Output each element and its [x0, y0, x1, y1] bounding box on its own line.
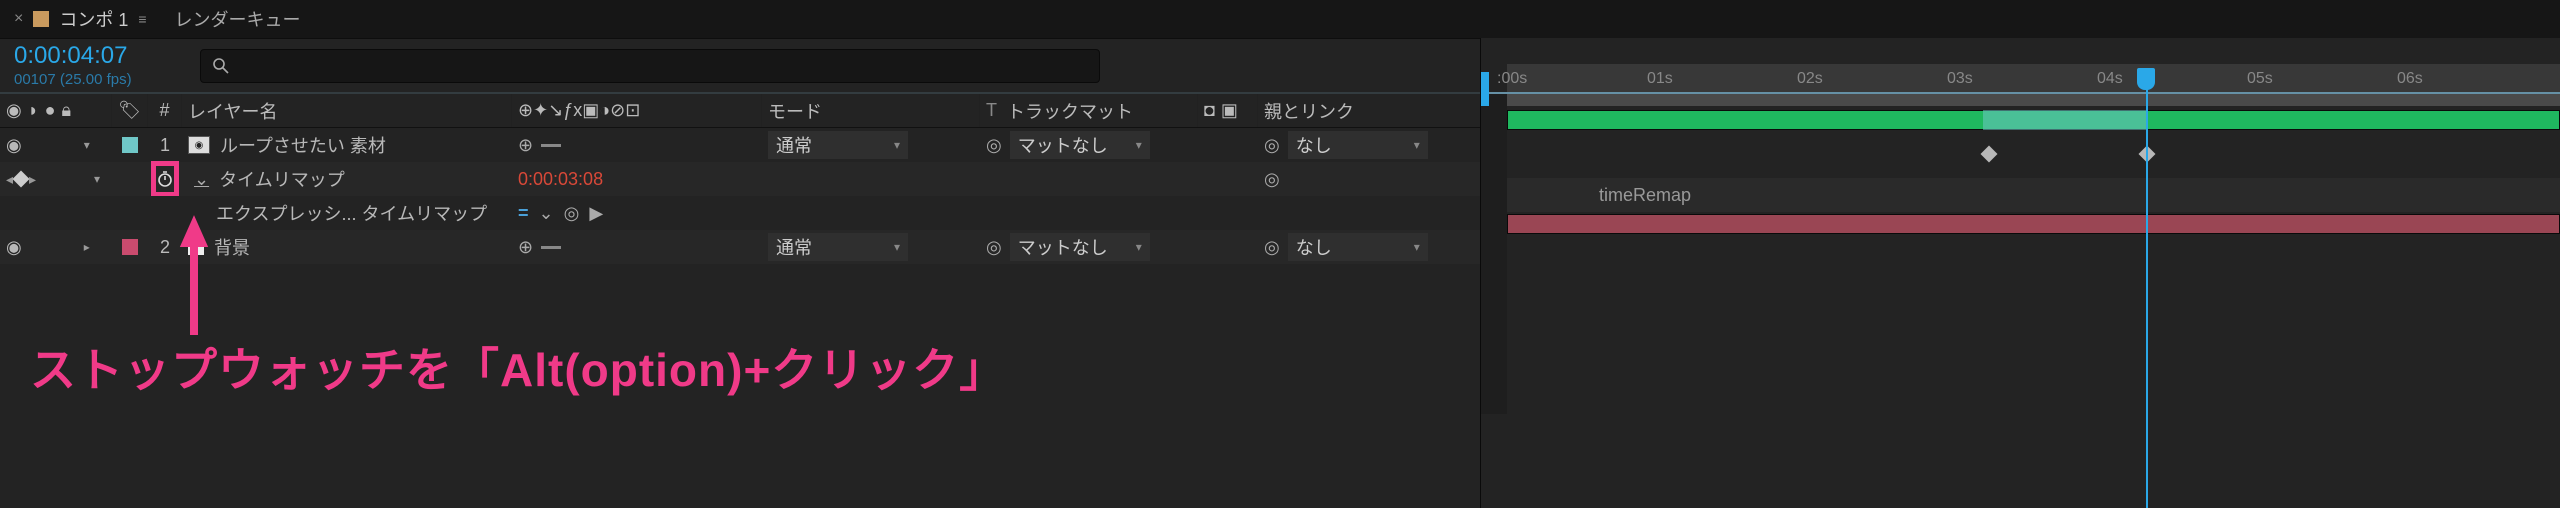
layer-name[interactable]: ループさせたい 素材	[220, 132, 386, 158]
comp-tab-swatch	[33, 11, 49, 27]
quality-switch[interactable]	[541, 246, 561, 249]
current-timecode[interactable]: 0:00:04:07	[14, 42, 200, 71]
col-parent[interactable]: 親とリンク	[1258, 94, 1490, 127]
comp-tab[interactable]: × コンポ 1 ≡	[14, 6, 147, 32]
col-switches[interactable]: ⊕✦↘ƒx▣◑⊘⊡	[512, 94, 762, 127]
layer-name[interactable]: 背景	[214, 234, 250, 260]
ruler-tick: 01s	[1647, 70, 1673, 88]
annotation-arrow	[184, 225, 204, 325]
layer-number: 1	[148, 128, 182, 162]
col-mode[interactable]: モード	[762, 94, 980, 127]
expr-pickwhip-icon[interactable]: ◎	[1264, 169, 1280, 190]
ruler-tick: 04s	[2097, 70, 2123, 88]
twirl-icon[interactable]: ▾	[94, 172, 106, 186]
add-keyframe-icon[interactable]	[13, 171, 30, 188]
render-queue-label: レンダーキュー	[175, 6, 301, 32]
transform-switch[interactable]: ⊕	[518, 237, 533, 258]
track-matte-dropdown[interactable]: マットなし▾	[1010, 131, 1150, 159]
timeline-area[interactable]: :00s 01s 02s 03s 04s 05s 06s timeRemap	[1480, 38, 2560, 508]
track-matte-dropdown[interactable]: マットなし▾	[1010, 233, 1150, 261]
transform-switch[interactable]: ⊕	[518, 135, 533, 156]
blend-mode-dropdown[interactable]: 通常▾	[768, 131, 908, 159]
pickwhip-icon[interactable]: ◎	[986, 237, 1002, 258]
audio-icon[interactable]: ◗	[28, 100, 39, 121]
parent-pickwhip-icon[interactable]: ◎	[1264, 135, 1280, 156]
twirl-icon[interactable]: ▾	[84, 138, 96, 152]
twirl-icon[interactable]: ▸	[84, 240, 96, 254]
pickwhip-icon[interactable]: ◎	[986, 135, 1002, 156]
expression-graph-icon[interactable]: ⌄	[539, 203, 554, 224]
next-keyframe-icon[interactable]: ▸	[29, 171, 36, 188]
time-ruler[interactable]: :00s 01s 02s 03s 04s 05s 06s	[1481, 38, 2560, 94]
col-number[interactable]: #	[148, 94, 182, 127]
playhead-indicator[interactable]	[2137, 68, 2155, 90]
keyframe-diamond[interactable]	[1981, 146, 1998, 163]
expression-label[interactable]: エクスプレッシ... タイムリマップ	[216, 200, 487, 226]
annotation-text: ストップウォッチを「Alt(option)+クリック」	[30, 334, 1006, 400]
time-remap-label[interactable]: タイムリマップ	[219, 166, 345, 192]
col-track-t[interactable]: T	[986, 100, 997, 121]
time-remap-value[interactable]: 0:00:03:08	[518, 169, 603, 190]
frame-and-fps[interactable]: 00107 (25.00 fps)	[14, 71, 200, 89]
preserve-icon[interactable]: ◘	[1204, 100, 1215, 121]
work-area-bar[interactable]	[1507, 94, 2560, 106]
stopwatch-icon[interactable]	[154, 164, 176, 194]
layer-thumbnail: ◉	[188, 136, 210, 154]
expression-text[interactable]: timeRemap	[1599, 185, 1691, 206]
blend-mode-dropdown[interactable]: 通常▾	[768, 233, 908, 261]
ruler-tick: 06s	[2397, 70, 2423, 88]
layer-number: 2	[148, 230, 182, 264]
search-icon	[211, 56, 231, 76]
tag-icon[interactable]: 🏷︎	[118, 100, 141, 121]
layer-label-chip[interactable]	[122, 137, 138, 153]
parent-dropdown[interactable]: なし▾	[1288, 233, 1428, 261]
ruler-tick: 03s	[1947, 70, 1973, 88]
visibility-toggle[interactable]: ◉	[6, 135, 22, 156]
comp-tab-label: コンポ 1	[59, 6, 128, 32]
parent-dropdown[interactable]: なし▾	[1288, 131, 1428, 159]
expression-pickwhip-icon[interactable]: ◎	[564, 203, 580, 224]
lock-icon[interactable]: 🔒︎	[61, 100, 71, 121]
layer-in-out-range[interactable]	[1983, 110, 2147, 130]
visibility-icon[interactable]: ◉	[6, 100, 22, 121]
graph-toggle-icon[interactable]: ⌄	[194, 169, 209, 190]
ruler-tick: 02s	[1797, 70, 1823, 88]
close-icon[interactable]: ×	[14, 10, 23, 28]
tab-menu-icon[interactable]: ≡	[138, 11, 146, 27]
collapse-icon[interactable]: ▣	[1221, 100, 1238, 121]
expression-language-icon[interactable]: ▶	[589, 203, 603, 224]
solo-icon[interactable]: ●	[45, 100, 56, 121]
col-layer-name[interactable]: レイヤー名	[182, 94, 512, 127]
expression-enable-icon[interactable]: =	[518, 203, 529, 224]
col-track[interactable]: トラックマット	[1007, 98, 1133, 124]
ruler-tick: :00s	[1497, 70, 1527, 88]
playhead-line[interactable]	[2146, 68, 2148, 508]
search-input[interactable]	[200, 49, 1100, 83]
quality-switch[interactable]	[541, 144, 561, 147]
visibility-toggle[interactable]: ◉	[6, 237, 22, 258]
ruler-tick: 05s	[2247, 70, 2273, 88]
render-queue-tab[interactable]: レンダーキュー	[175, 6, 301, 32]
parent-pickwhip-icon[interactable]: ◎	[1264, 237, 1280, 258]
layer-label-chip[interactable]	[122, 239, 138, 255]
layer-duration-bar[interactable]	[1507, 214, 2560, 234]
